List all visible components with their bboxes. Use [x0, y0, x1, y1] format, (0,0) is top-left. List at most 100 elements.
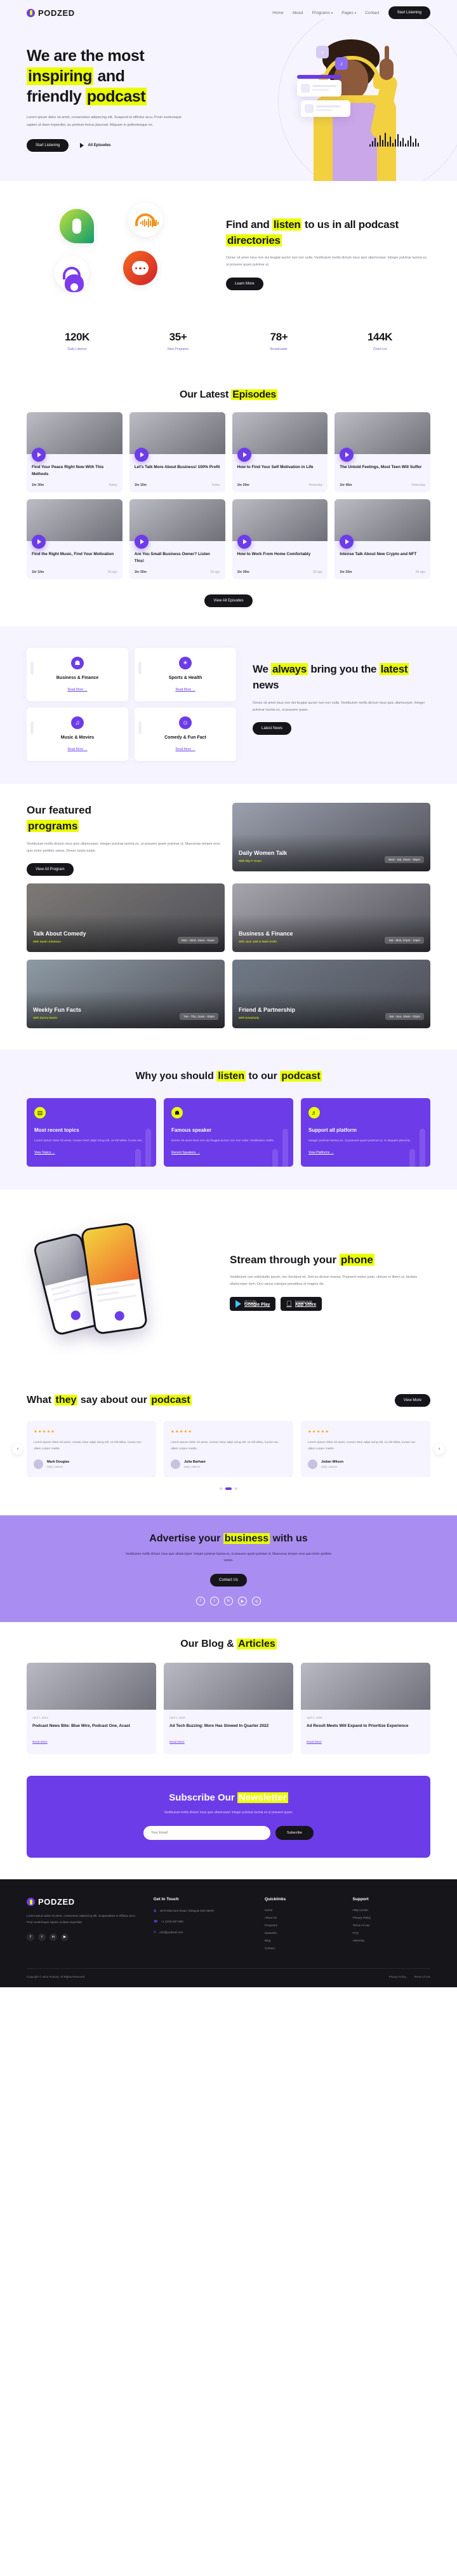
footer-quicklink[interactable]: Programs: [265, 1924, 343, 1927]
episode-card[interactable]: How to Work From Home Comfortably 1hr 30m…: [232, 499, 328, 580]
episode-duration: 1hr 30m: [134, 570, 147, 575]
brand-logo[interactable]: PODZED: [27, 8, 75, 18]
carousel-dot-active[interactable]: [225, 1487, 232, 1491]
footer-quicklink[interactable]: Blog: [265, 1939, 343, 1942]
blog-read-more-link[interactable]: Read More: [32, 1741, 48, 1744]
episode-card[interactable]: Find the Right Music, Find Your Motivati…: [27, 499, 123, 580]
social-icon[interactable]: t: [210, 1597, 219, 1606]
nav-item-pages[interactable]: Pages ▾: [341, 11, 356, 15]
episode-card[interactable]: How to Find Your Self Motivation in Life…: [232, 412, 328, 493]
episode-card[interactable]: Intense Talk About New Crypto and NFT 1hr…: [334, 499, 430, 580]
why-card-link[interactable]: Recent Speakers →: [171, 1151, 200, 1155]
episode-card[interactable]: Are You Small Business Owner? Listen Thi…: [129, 499, 225, 580]
nav-item-home[interactable]: Home: [272, 11, 283, 15]
newsletter-email-input[interactable]: [143, 1826, 270, 1841]
program-card[interactable]: Friend & Partnership With Everybody Sat - …: [232, 960, 430, 1029]
blog-read-more-link[interactable]: Read More: [169, 1741, 185, 1744]
social-icon[interactable]: in: [224, 1597, 233, 1606]
advertise-paragraph: Vestibulum mollis dictum risus quis ulla…: [125, 1552, 332, 1563]
footer-bottom-link[interactable]: Privacy Policy: [389, 1975, 406, 1978]
episode-card[interactable]: Find Your Peace Right Now With This Meth…: [27, 412, 123, 493]
social-icon[interactable]: f: [196, 1597, 205, 1606]
category-card[interactable]: ✶ Sports & Health Read More →: [135, 648, 236, 702]
why-card[interactable]: ▤ Most recent topics Lorem ipsum dolor sit…: [27, 1098, 156, 1167]
why-card-link[interactable]: View Platforms →: [308, 1151, 334, 1155]
social-icon[interactable]: in: [50, 1933, 57, 1941]
learn-more-button[interactable]: Learn More: [226, 277, 263, 290]
program-card[interactable]: Talk About Comedy With Sarah Johanson Mon …: [27, 883, 225, 953]
play-button-icon[interactable]: [237, 535, 251, 549]
app-store-button[interactable]:  Download on theApp Store: [281, 1297, 322, 1311]
podcast-mic-icon[interactable]: [60, 209, 94, 244]
view-all-episodes-button[interactable]: View All Episodes: [204, 594, 253, 608]
headphone-wave-icon[interactable]: [128, 203, 162, 238]
footer-bottom-link[interactable]: Terms of Use: [414, 1975, 430, 1978]
episode-title: Find the Right Music, Find Your Motivati…: [32, 552, 114, 557]
footer-quicklink[interactable]: Contact: [265, 1947, 343, 1950]
social-icon[interactable]: ▶: [61, 1933, 69, 1941]
nav-item-programs[interactable]: Programs ▾: [312, 11, 333, 15]
social-icon[interactable]: ◎: [252, 1597, 261, 1606]
footer-quicklink[interactable]: About Us: [265, 1916, 343, 1919]
category-read-more-link[interactable]: Read More →: [175, 748, 195, 751]
blog-card[interactable]: April 1, 2022 Ad Tech Buzzing: More Has S…: [164, 1663, 293, 1755]
footer-support-link[interactable]: Terms of Use: [352, 1924, 430, 1927]
newsletter-subscribe-button[interactable]: Subscribe: [275, 1826, 314, 1841]
dog-headphone-icon[interactable]: [55, 256, 89, 293]
episode-card[interactable]: Let's Talk More About Business! 100% Pro…: [129, 412, 225, 493]
category-read-more-link[interactable]: Read More →: [67, 688, 87, 692]
podzed-logo-icon: [27, 1898, 35, 1907]
program-card[interactable]: Daily Women Talk With Elly P. Etvan Wed - …: [232, 803, 430, 872]
carousel-dots[interactable]: [27, 1477, 430, 1496]
program-name: Business & Finance: [239, 930, 293, 937]
start-listening-button[interactable]: Start Listening: [388, 6, 430, 19]
overcast-chat-icon[interactable]: [123, 251, 157, 286]
footer-support-link[interactable]: Privacy Policy: [352, 1916, 430, 1919]
why-card[interactable]: ♬ Support all platform Integer pulvinar la…: [301, 1098, 430, 1167]
google-play-button[interactable]: GET IT ON Google Play: [230, 1297, 276, 1311]
carousel-prev-button[interactable]: ‹: [13, 1444, 23, 1454]
testimonial-text: Lorem ipsum dolor sit amet, consec tetur…: [34, 1440, 142, 1451]
stat-item: 35+ New Programs: [128, 331, 228, 351]
carousel-dot[interactable]: [220, 1487, 222, 1491]
carousel-next-button[interactable]: ›: [434, 1444, 444, 1454]
category-card[interactable]: ♫ Music & Movies Read More →: [27, 708, 128, 761]
why-card[interactable]: ☗ Famous speaker Donec sit amet risus non …: [164, 1098, 293, 1167]
footer-support-link[interactable]: Advertise: [352, 1939, 430, 1942]
hero-start-listening-button[interactable]: Start Listening: [27, 139, 69, 152]
view-more-button[interactable]: View More: [394, 1393, 430, 1407]
category-read-more-link[interactable]: Read More →: [67, 748, 87, 751]
blog-card[interactable]: April 1, 2022 Podcast News Bite: Blue Wir…: [27, 1663, 156, 1755]
testimonials-header: What they say about our podcast View Mor…: [27, 1393, 430, 1408]
episode-thumbnail: [334, 499, 430, 549]
program-host: With Elly P. Etvan: [239, 859, 262, 863]
view-all-program-button[interactable]: View All Program: [27, 863, 74, 876]
program-card[interactable]: Business & Finance With Jane Julei & Mark…: [232, 883, 430, 953]
stat-item: 120K Daily Listener: [27, 331, 128, 351]
contact-us-button[interactable]: Contact Us: [210, 1574, 247, 1587]
why-card-link[interactable]: View Topics →: [34, 1151, 55, 1155]
category-card[interactable]: ☗ Business & Finance Read More →: [27, 648, 128, 702]
social-icon[interactable]: ▶: [238, 1597, 247, 1606]
category-read-more-link[interactable]: Read More →: [175, 688, 195, 692]
carousel-dot[interactable]: [235, 1487, 237, 1491]
social-icon[interactable]: t: [38, 1933, 46, 1941]
footer-quicklink[interactable]: Home: [265, 1909, 343, 1912]
latest-news-button[interactable]: Latest News: [253, 722, 292, 735]
hero-all-episodes-link[interactable]: All Episodes: [80, 143, 110, 149]
nav-item-contact[interactable]: Contact: [365, 11, 379, 15]
episode-published: 2d ago: [107, 570, 117, 575]
footer-support-link[interactable]: FAQ: [352, 1931, 430, 1935]
episode-card[interactable]: The Untold Feelings, Most Teen Will Suff…: [334, 412, 430, 493]
nav-item-about[interactable]: About: [293, 11, 303, 15]
category-card[interactable]: ☺ Comedy & Fun Fact Read More →: [135, 708, 236, 761]
floating-card-1: [297, 80, 341, 97]
footer-quicklink[interactable]: Episodes: [265, 1931, 343, 1935]
blog-card[interactable]: April 1, 2022 Ad Result Meets Will Expand…: [301, 1663, 430, 1755]
social-icon[interactable]: f: [27, 1933, 34, 1941]
footer-support-link[interactable]: Help Center: [352, 1909, 430, 1912]
play-button-icon[interactable]: [237, 448, 251, 462]
blog-read-more-link[interactable]: Read More: [307, 1741, 322, 1744]
program-card[interactable]: Weekly Fun Facts With Donna Martin Tue - T…: [27, 960, 225, 1029]
footer-brand[interactable]: PODZED: [27, 1897, 143, 1907]
